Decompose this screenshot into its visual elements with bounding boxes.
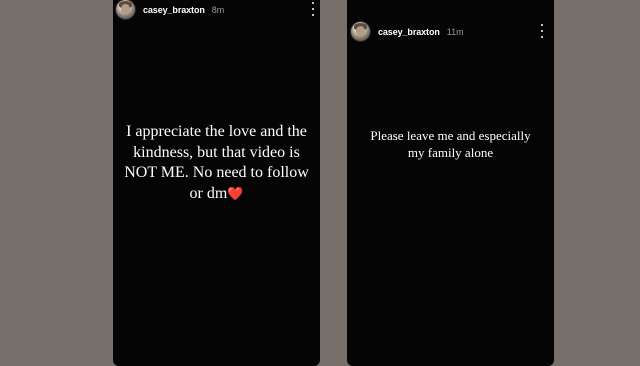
red-heart-emoji: ❤️	[227, 186, 244, 202]
story-header: casey_braxton 8m	[113, 0, 320, 19]
story-header: casey_braxton 11m	[347, 22, 554, 41]
username[interactable]: casey_braxton	[378, 27, 440, 37]
avatar-face	[121, 4, 130, 14]
menu-dot	[312, 8, 314, 10]
more-options-icon[interactable]	[310, 2, 316, 16]
story-caption: Please leave me and especially my family…	[347, 128, 554, 161]
menu-dot	[312, 2, 314, 4]
post-timestamp: 8m	[211, 4, 225, 15]
username[interactable]: casey_braxton	[143, 5, 205, 15]
story-card-right[interactable]: casey_braxton 11m Please leave me and es…	[347, 0, 554, 366]
menu-dot	[312, 14, 314, 16]
avatar-face	[356, 26, 365, 36]
story-card-left[interactable]: casey_braxton 8m I appreciate the love a…	[113, 0, 320, 366]
avatar[interactable]	[351, 22, 370, 41]
story-caption-text: I appreciate the love and the kindness, …	[124, 123, 309, 202]
story-caption: I appreciate the love and the kindness, …	[113, 122, 320, 205]
story-caption-text: Please leave me and especially my family…	[370, 128, 531, 160]
avatar[interactable]	[116, 0, 135, 19]
more-options-icon[interactable]	[539, 24, 545, 38]
menu-dot	[541, 36, 543, 38]
menu-dot	[541, 24, 543, 26]
menu-dot	[541, 30, 543, 32]
post-timestamp: 11m	[446, 26, 464, 37]
